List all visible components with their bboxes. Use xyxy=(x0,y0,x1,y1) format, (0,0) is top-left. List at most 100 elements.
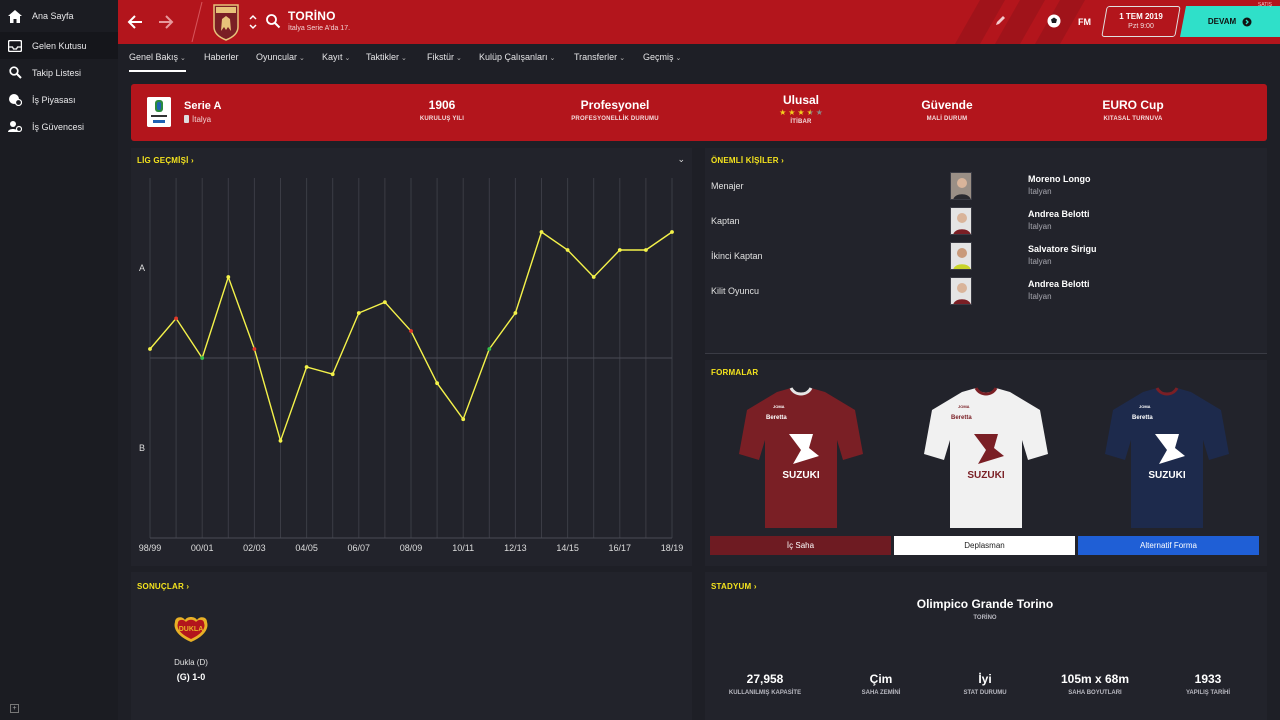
back-arrow-icon[interactable] xyxy=(126,12,146,32)
tab-transfers[interactable]: Transferler ⌄ xyxy=(574,44,625,72)
y-tick-label: B xyxy=(139,443,145,453)
tab-history[interactable]: Geçmiş ⌄ xyxy=(643,44,681,72)
header-bar: TORİNO İtalya Serie A'da 17. FM 1 TEM 20… xyxy=(118,0,1280,44)
tab-label: Kulüp Çalışanları xyxy=(479,52,548,62)
search-icon[interactable] xyxy=(265,13,281,29)
season-point xyxy=(591,275,596,279)
chevron-right-icon: › xyxy=(781,156,785,165)
home-kit-button[interactable]: İç Saha xyxy=(710,536,891,555)
continue-label: DEVAM xyxy=(1207,17,1237,26)
season-point xyxy=(487,347,492,351)
reputation-stars: ★ ★ ★ ★ ★ xyxy=(726,109,876,117)
chevron-updown-icon[interactable] xyxy=(248,12,258,32)
finance-label: MALİ DURUM xyxy=(926,116,968,122)
chevron-down-icon: ⌄ xyxy=(675,55,682,62)
sidebar-item-home[interactable]: Ana Sayfa xyxy=(0,0,118,32)
kit-sponsor-text: SUZUKI xyxy=(782,470,819,481)
sidebar-item-label: İş Piyasası xyxy=(32,94,76,105)
tab-label: Taktikler xyxy=(366,52,400,62)
third-kit-button[interactable]: Alternatif Forma xyxy=(1078,536,1259,555)
key-person-name[interactable]: Andrea Belotti xyxy=(1028,279,1090,289)
x-tick-label: 16/17 xyxy=(609,543,632,553)
x-tick-label: 18/19 xyxy=(661,543,684,553)
tab-club-staff[interactable]: Kulüp Çalışanları ⌄ xyxy=(479,44,555,72)
sidebar-item-job-market[interactable]: İş Piyasası xyxy=(0,86,118,113)
vice-captain-photo[interactable] xyxy=(950,242,972,270)
serie-a-logo[interactable] xyxy=(147,97,171,127)
divider-slash xyxy=(191,1,203,43)
pencil-icon[interactable] xyxy=(994,15,1006,27)
tab-players[interactable]: Oyuncular ⌄ xyxy=(256,44,305,72)
sidebar-item-label: Gelen Kutusu xyxy=(32,40,87,51)
result-opponent[interactable]: Dukla (D) xyxy=(151,658,231,667)
league-country: İtalya xyxy=(184,115,211,124)
home-icon xyxy=(7,8,23,24)
section-title: STADYUM xyxy=(711,582,752,591)
status-fact: Profesyonel PROFESYONELLİK DURUMU xyxy=(540,98,690,122)
key-person-nationality: İtalyan xyxy=(1028,292,1052,301)
fact-label: SAHA ZEMİNİ xyxy=(861,690,901,696)
flag-icon xyxy=(184,115,189,123)
x-tick-label: 04/05 xyxy=(295,543,318,553)
stadium-panel: STADYUM › Olimpico Grande Torino TORİNO … xyxy=(705,572,1267,720)
tab-label: Transferler xyxy=(574,52,618,62)
club-league-position: İtalya Serie A'da 17. xyxy=(288,25,351,32)
away-kit-image[interactable]: SUZUKI Beretta JOMA xyxy=(922,384,1050,532)
corner-label: SATIŞ xyxy=(1257,2,1272,8)
key-person-name[interactable]: Salvatore Sirigu xyxy=(1028,244,1097,254)
y-tick-label: A xyxy=(139,263,145,273)
key-person-name[interactable]: Andrea Belotti xyxy=(1028,209,1090,219)
key-person-name[interactable]: Moreno Longo xyxy=(1028,174,1091,184)
season-point xyxy=(330,372,335,377)
football-icon[interactable] xyxy=(1046,13,1062,29)
season-point xyxy=(148,347,152,351)
manager-photo[interactable] xyxy=(950,172,972,200)
sidebar-item-job-security[interactable]: İş Güvencesi xyxy=(0,113,118,140)
tab-fixtures[interactable]: Fikstür ⌄ xyxy=(427,44,462,72)
tab-label: Oyuncular xyxy=(256,52,298,62)
tab-overview[interactable]: Genel Bakış ⌄ xyxy=(129,44,186,72)
chevron-down-icon: ⌄ xyxy=(344,55,351,62)
results-title[interactable]: SONUÇLAR › xyxy=(137,582,189,591)
kit-maker-text: JOMA xyxy=(958,404,970,409)
fm-logo[interactable]: FM xyxy=(1078,17,1091,27)
job-security-icon xyxy=(7,119,23,135)
kit-sleeve-sponsor-text: Beretta xyxy=(951,415,972,421)
arrow-circle-icon xyxy=(1242,17,1252,26)
kit-maker-text: JOMA xyxy=(773,404,785,409)
third-kit-image[interactable]: SUZUKI Beretta JOMA xyxy=(1103,384,1231,532)
result-score[interactable]: (G) 1-0 xyxy=(151,672,231,682)
key-player-photo[interactable] xyxy=(950,277,972,305)
x-tick-label: 10/11 xyxy=(452,543,474,553)
stadium-pitch-size: 105m x 68m SAHA BOYUTLARI xyxy=(1035,672,1155,696)
key-people-title[interactable]: ÖNEMLİ KİŞİLER › xyxy=(711,156,784,165)
club-crest-icon[interactable] xyxy=(211,3,241,41)
country-label: İtalya xyxy=(192,115,212,124)
away-kit-button[interactable]: Deplasman xyxy=(894,536,1075,555)
forward-arrow-icon[interactable] xyxy=(155,12,175,32)
search-icon xyxy=(7,65,23,81)
fact-value: 1933 xyxy=(1194,672,1222,686)
sidebar-item-inbox[interactable]: Gelen Kutusu xyxy=(0,32,118,59)
captain-photo[interactable] xyxy=(950,207,972,235)
key-people-panel: ÖNEMLİ KİŞİLER › Menajer Moreno Longo İt… xyxy=(705,148,1267,354)
key-person-nationality: İtalyan xyxy=(1028,222,1052,231)
tab-registration[interactable]: Kayıt ⌄ xyxy=(322,44,350,72)
key-person-nationality: İtalyan xyxy=(1028,187,1052,196)
tab-tactics[interactable]: Taktikler ⌄ xyxy=(366,44,407,72)
sidebar-item-watchlist[interactable]: Takip Listesi xyxy=(0,59,118,86)
sidebar-item-label: İş Güvencesi xyxy=(32,121,85,132)
x-tick-label: 12/13 xyxy=(504,543,527,553)
league-name[interactable]: Serie A xyxy=(184,100,222,112)
dukla-crest-text: DUKLA xyxy=(179,626,204,633)
dukla-crest-icon[interactable]: DUKLA xyxy=(171,614,211,644)
tab-news[interactable]: Haberler xyxy=(204,44,239,72)
continue-button[interactable]: DEVAM xyxy=(1180,6,1280,37)
key-person-role: Kilit Oyuncu xyxy=(711,286,760,296)
tab-label: Haberler xyxy=(204,52,239,62)
date-box[interactable] xyxy=(1101,6,1181,37)
stadium-title[interactable]: STADYUM › xyxy=(711,582,757,591)
home-kit-image[interactable]: SUZUKI Beretta JOMA xyxy=(737,384,865,532)
x-tick-label: 02/03 xyxy=(243,543,266,553)
plus-box-icon[interactable]: + xyxy=(10,704,19,713)
